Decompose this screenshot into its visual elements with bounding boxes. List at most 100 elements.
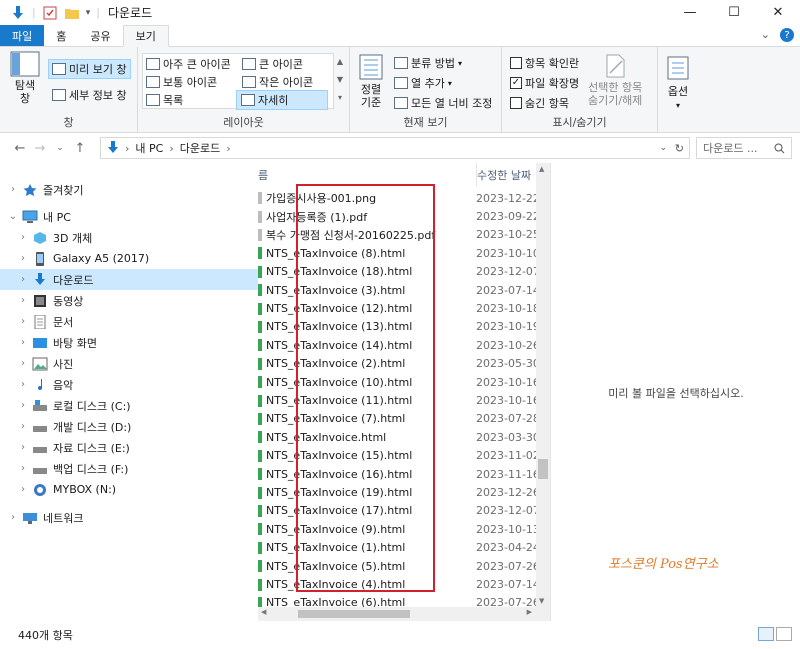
large-icons-view-icon[interactable]: [776, 627, 792, 641]
nav-item-documents[interactable]: › 문서: [18, 311, 276, 332]
layout-details[interactable]: 자세히: [236, 90, 328, 110]
expand-chevron-icon[interactable]: ›: [18, 295, 28, 306]
file-modified-date: 2023-07-14: [476, 283, 540, 297]
expand-chevron-icon[interactable]: ›: [18, 232, 28, 243]
expand-chevron-icon[interactable]: ›: [8, 512, 18, 523]
group-by-button[interactable]: 분류 방법 ▾: [394, 55, 462, 71]
close-button[interactable]: ✕: [756, 0, 800, 25]
file-extension-box[interactable]: ✓: [510, 77, 522, 89]
breadcrumb-downloads[interactable]: 다운로드: [180, 140, 220, 156]
vertical-scroll-thumb[interactable]: [538, 459, 548, 479]
options-button[interactable]: 옵션 ▾: [666, 55, 690, 110]
item-checkbox-toggle[interactable]: 항목 확인란: [510, 55, 579, 71]
options-label: 옵션: [667, 85, 689, 98]
forward-icon[interactable]: →: [30, 141, 50, 156]
layout-scroll[interactable]: ▲ ▼ ▾: [334, 53, 346, 109]
group-by-icon: [394, 57, 408, 69]
nav-item-network[interactable]: › 네트워크: [8, 507, 266, 528]
expand-chevron-icon[interactable]: ›: [18, 400, 28, 411]
collapse-chevron-icon[interactable]: ⌄: [8, 211, 18, 222]
status-bar: 440개 항목: [0, 621, 800, 649]
item-checkbox-label: 항목 확인란: [525, 57, 580, 70]
tab-share[interactable]: 공유: [78, 25, 122, 46]
nav-item-drive-c[interactable]: › 로컬 디스크 (C:): [18, 395, 276, 416]
properties-icon[interactable]: [42, 5, 58, 21]
scroll-left-icon[interactable]: ◀: [261, 608, 266, 616]
nav-item-galaxy[interactable]: › Galaxy A5 (2017): [18, 248, 276, 269]
expand-chevron-icon[interactable]: ›: [18, 253, 28, 264]
expand-chevron-icon[interactable]: ›: [18, 379, 28, 390]
vertical-scrollbar[interactable]: ▲ ▼: [536, 163, 550, 607]
expand-chevron-icon[interactable]: ›: [18, 274, 28, 285]
nav-item-desktop[interactable]: › 바탕 화면: [18, 332, 276, 353]
maximize-button[interactable]: ☐: [712, 0, 756, 25]
nav-label: 바탕 화면: [53, 336, 97, 350]
ribbon-collapse-icon[interactable]: ⌄: [761, 28, 770, 42]
path-box[interactable]: › 내 PC › 다운로드 › ⌄ ↻: [100, 137, 690, 159]
search-input[interactable]: 다운로드 ...: [696, 137, 792, 159]
hide-selected-button[interactable]: 선택한 항목 숨기기/해제: [588, 53, 642, 107]
help-icon[interactable]: ?: [780, 28, 794, 42]
file-modified-date: 2023-10-18: [476, 302, 540, 316]
expand-chevron-icon[interactable]: ›: [18, 358, 28, 369]
details-pane-button[interactable]: 세부 정보 창: [52, 87, 127, 103]
nav-pane-button[interactable]: 탐색 창: [10, 51, 40, 105]
expand-chevron-icon[interactable]: ›: [18, 421, 28, 432]
folder-icon[interactable]: [64, 5, 80, 21]
horizontal-scrollbar[interactable]: ◀ ▶: [258, 607, 550, 621]
layout-medium-icons[interactable]: 보통 아이콘: [146, 74, 217, 90]
details-view-icon[interactable]: [758, 627, 774, 641]
tab-file[interactable]: 파일: [0, 25, 45, 46]
tab-view[interactable]: 보기: [122, 25, 169, 47]
horizontal-scroll-thumb[interactable]: [298, 610, 410, 618]
layout-small-icons[interactable]: 작은 아이콘: [242, 74, 313, 90]
layout-large-icons[interactable]: 큰 아이콘: [242, 56, 303, 72]
back-icon[interactable]: ←: [10, 141, 30, 156]
expand-chevron-icon[interactable]: ›: [8, 184, 18, 195]
nav-item-videos[interactable]: › 동영상: [18, 290, 276, 311]
nav-item-3d-objects[interactable]: › 3D 개체: [18, 227, 276, 248]
scroll-down-icon[interactable]: ▼: [539, 597, 544, 605]
expand-chevron-icon[interactable]: ›: [18, 337, 28, 348]
hidden-items-toggle[interactable]: 숨긴 항목: [510, 95, 569, 111]
nav-item-drive-f[interactable]: › 백업 디스크 (F:): [18, 458, 276, 479]
expand-chevron-icon[interactable]: ›: [18, 442, 28, 453]
nav-item-quick-access[interactable]: › 즐겨찾기: [8, 179, 266, 200]
expand-chevron-icon[interactable]: ›: [18, 484, 28, 495]
nav-item-pictures[interactable]: › 사진: [18, 353, 276, 374]
download-arrow-icon[interactable]: [10, 5, 26, 21]
breadcrumb-pc[interactable]: 내 PC: [135, 140, 163, 156]
path-dropdown-icon[interactable]: ⌄: [659, 143, 667, 153]
nav-item-mybox[interactable]: › MYBOX (N:): [18, 479, 276, 500]
customize-qa-chevron-icon[interactable]: ▾: [86, 8, 91, 18]
refresh-icon[interactable]: ↻: [675, 142, 684, 155]
item-checkbox-box[interactable]: [510, 57, 522, 69]
music-icon: [38, 378, 43, 390]
recent-chevron-icon[interactable]: ⌄: [50, 143, 70, 153]
nav-item-music[interactable]: › 음악: [18, 374, 276, 395]
sort-by-button[interactable]: 정렬 기준: [358, 53, 384, 109]
add-column-button[interactable]: 열 추가 ▾: [394, 75, 452, 91]
nav-item-drive-d[interactable]: › 개발 디스크 (D:): [18, 416, 276, 437]
scroll-up-icon[interactable]: ▲: [539, 165, 544, 173]
fit-columns-button[interactable]: 모든 열 너비 조정: [394, 95, 492, 111]
expand-chevron-icon[interactable]: ›: [18, 463, 28, 474]
nav-item-drive-e[interactable]: › 자료 디스크 (E:): [18, 437, 276, 458]
nav-item-downloads[interactable]: › 다운로드: [0, 269, 258, 290]
layout-extra-large-icons[interactable]: 아주 큰 아이콘: [146, 56, 231, 72]
file-row[interactable]: NTS_eTaxInvoice (6).html 2023-07-26: [258, 594, 550, 607]
item-count: 440개 항목: [18, 629, 73, 642]
file-name: NTS_eTaxInvoice (6).html: [266, 596, 406, 607]
preview-pane-button[interactable]: 미리 보기 창: [48, 59, 131, 79]
scroll-right-icon[interactable]: ▶: [527, 608, 532, 616]
expand-chevron-icon[interactable]: ›: [18, 316, 28, 327]
tab-home[interactable]: 홈: [44, 25, 78, 46]
nav-item-this-pc[interactable]: ⌄ 내 PC: [8, 206, 266, 227]
up-icon[interactable]: ↑: [70, 141, 90, 156]
minimize-button[interactable]: —: [668, 0, 712, 25]
layout-list[interactable]: 목록: [146, 92, 183, 108]
html-file-icon: [258, 486, 262, 499]
file-modified-date: 2023-10-25: [476, 228, 540, 242]
file-extension-toggle[interactable]: ✓ 파일 확장명: [510, 75, 579, 91]
hidden-items-box[interactable]: [510, 97, 522, 109]
